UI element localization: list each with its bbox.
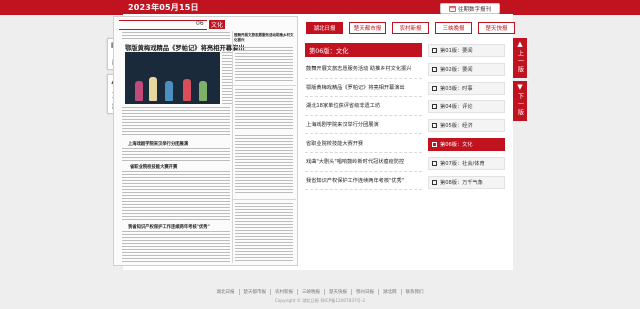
column-divider	[232, 31, 233, 263]
previous-page-label: 上一版	[516, 50, 524, 74]
article-link[interactable]: 戏曲"大剧头"唱响鼓岭新时代冠状瘟疫防控	[305, 153, 422, 172]
article-link[interactable]: 我省知识产权保护工作连续两年考核"优秀"	[305, 172, 422, 191]
footer-link[interactable]: 鄂州日报	[352, 289, 379, 295]
page-list: 第01版：要闻 第02版：要闻 第03版：时事 第04版：评论 第05版：经济 …	[428, 44, 505, 194]
tab-rural-news[interactable]: 农村新报	[392, 22, 429, 34]
paper-text	[122, 148, 230, 162]
page-icon	[432, 66, 437, 72]
row-divider	[233, 85, 296, 86]
paper-text	[122, 107, 230, 137]
page-label: 第03版：时事	[440, 85, 473, 92]
page-icon	[432, 48, 437, 53]
paper-page-number: 06	[196, 20, 204, 27]
paper-headline-link[interactable]: 鄂版黄梅戏精品《罗帕记》将亮相开幕演出	[125, 43, 245, 52]
page-icon	[432, 104, 437, 110]
page-label: 第04版：评论	[440, 104, 473, 111]
page-link-03[interactable]: 第03版：时事	[428, 81, 505, 95]
page-link-01[interactable]: 第01版：要闻	[428, 44, 505, 57]
article-link[interactable]: 鄂版黄梅戏精品《罗帕记》将亮相开幕演出	[305, 79, 422, 98]
copyright-text: Copyright © 湖北日报 鄂ICP备12007837号-2	[274, 298, 366, 303]
footer-link[interactable]: 农村新报	[271, 289, 298, 295]
footer-link[interactable]: 湖北日报	[213, 289, 240, 295]
page-icon	[432, 123, 437, 129]
digital-archive-button[interactable]: 往期数字报刊	[440, 3, 500, 14]
paper-headline-link[interactable]: 省职业院校技能大赛开赛	[130, 164, 177, 170]
page-label: 第07版：社会/体育	[440, 160, 485, 167]
article-link[interactable]: 湖北18家单位获评省级非遗工坊	[305, 97, 422, 116]
top-banner: 2023年05月15日 往期数字报刊	[0, 0, 640, 15]
previous-page-button[interactable]: ▲ 上一版	[513, 38, 527, 78]
page-link-08[interactable]: 第08版：万千气象	[428, 175, 505, 189]
paper-masthead	[119, 20, 207, 30]
article-link[interactable]: 省职业院校技能大赛开赛	[305, 134, 422, 153]
section-title: 第06版：文化	[305, 43, 422, 57]
publication-tabs: 湖北日报 楚天都市报 农村新报 三峡晚报 楚天快报	[306, 22, 515, 34]
paper-text	[235, 89, 293, 129]
page-label: 第05版：经济	[440, 123, 473, 130]
newspaper-page-image[interactable]: 06 文化 鄂版黄梅戏精品《罗帕记》将亮相开幕演出 鼓舞开展文旅志愿服务活动助推…	[113, 16, 298, 266]
tab-hubei-daily[interactable]: 湖北日报	[306, 22, 343, 34]
footer-link[interactable]: 楚天都市报	[240, 289, 271, 295]
footer-links: 湖北日报 楚天都市报 农村新报 三峡晚报 楚天快报 鄂州日报 湖北网 联系我们	[0, 289, 640, 295]
paper-headline-link[interactable]: 我省知识产权保护工作连续两年考核"优秀"	[128, 224, 210, 230]
stage-photo	[125, 52, 220, 104]
footer-link[interactable]: 联系我们	[402, 289, 428, 295]
tab-chutian-metropolis[interactable]: 楚天都市报	[349, 22, 386, 34]
paper-text	[235, 135, 293, 195]
article-list: 鼓舞开展文旅志愿服务活动 助推乡村文化振兴 鄂版黄梅戏精品《罗帕记》将亮相开幕演…	[305, 60, 422, 191]
arrow-down-icon: ▼	[517, 83, 523, 91]
page-link-06[interactable]: 第06版：文化	[428, 137, 505, 151]
page-link-05[interactable]: 第05版：经济	[428, 119, 505, 133]
paper-text	[235, 47, 293, 82]
page-label: 第08版：万千气象	[440, 179, 483, 186]
article-link[interactable]: 上海戏剧学院来汉举行分团展演	[305, 116, 422, 135]
calendar-icon	[449, 6, 456, 12]
page-link-04[interactable]: 第04版：评论	[428, 100, 505, 114]
paper-text	[122, 171, 230, 221]
page-label: 第06版：文化	[440, 141, 473, 148]
arrow-up-icon: ▲	[517, 40, 523, 48]
footer-link[interactable]: 楚天快报	[325, 289, 352, 295]
paper-headline-link[interactable]: 上海戏剧学院来汉举行分团展演	[128, 141, 188, 147]
paper-text	[222, 52, 232, 104]
page-link-02[interactable]: 第02版：要闻	[428, 62, 505, 76]
page-icon	[432, 160, 437, 166]
footer-link[interactable]: 三峡晚报	[298, 289, 325, 295]
page-label: 第02版：要闻	[440, 66, 473, 73]
paper-text	[122, 231, 230, 263]
row-divider	[233, 199, 296, 200]
digital-archive-label: 往期数字报刊	[457, 6, 491, 13]
page-icon	[432, 85, 437, 91]
footer-link[interactable]: 湖北网	[379, 289, 402, 295]
next-page-label: 下一版	[516, 93, 524, 117]
paper-page-name: 文化	[209, 20, 226, 29]
tab-sanxia-evening[interactable]: 三峡晚报	[435, 22, 472, 34]
issue-date: 2023年05月15日	[128, 3, 199, 12]
paper-text	[122, 32, 230, 41]
page-link-07[interactable]: 第07版：社会/体育	[428, 156, 505, 170]
tab-chutian-express[interactable]: 楚天快报	[478, 22, 515, 34]
paper-right-title-link[interactable]: 鼓舞开展文旅志愿服务活动助推乡村文化振兴	[234, 33, 294, 42]
page-label: 第01版：要闻	[440, 48, 473, 54]
paper-text	[235, 203, 293, 261]
page-icon	[432, 141, 437, 147]
next-page-button[interactable]: ▼ 下一版	[513, 81, 527, 121]
page-icon	[432, 179, 437, 185]
article-link[interactable]: 鼓舞开展文旅志愿服务活动 助推乡村文化振兴	[305, 60, 422, 79]
